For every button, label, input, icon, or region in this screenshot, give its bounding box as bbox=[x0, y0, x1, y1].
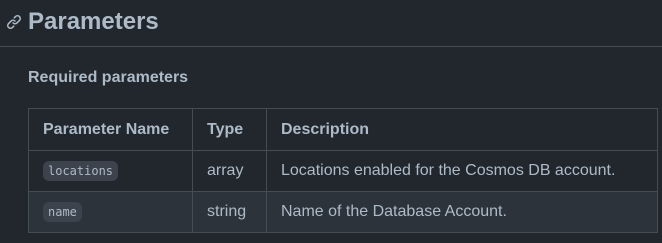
parameter-description-cell: Locations enabled for the Cosmos DB acco… bbox=[266, 150, 658, 192]
parameter-name-code: name bbox=[43, 202, 82, 222]
page-title: Parameters bbox=[28, 8, 159, 35]
column-header-description: Description bbox=[266, 108, 658, 151]
column-header-parameter-name: Parameter Name bbox=[28, 108, 193, 151]
parameter-type-cell: array bbox=[192, 150, 267, 192]
column-header-type: Type bbox=[192, 108, 267, 151]
parameter-name-code: locations bbox=[43, 161, 119, 181]
parameter-description-cell: Name of the Database Account. bbox=[266, 191, 658, 233]
anchor-link[interactable] bbox=[6, 14, 22, 30]
parameter-type-cell: string bbox=[192, 191, 267, 233]
link-icon bbox=[6, 14, 22, 30]
table-header-row: Parameter Name Type Description bbox=[28, 108, 658, 151]
parameter-name-cell: locations bbox=[28, 150, 193, 192]
parameters-table: Parameter Name Type Description location… bbox=[28, 108, 658, 233]
table-row: name string Name of the Database Account… bbox=[28, 191, 658, 233]
parameter-name-cell: name bbox=[28, 191, 193, 233]
section-title: Required parameters bbox=[28, 69, 189, 86]
table-row: locations array Locations enabled for th… bbox=[28, 150, 658, 192]
parameters-heading: Parameters bbox=[0, 0, 662, 47]
